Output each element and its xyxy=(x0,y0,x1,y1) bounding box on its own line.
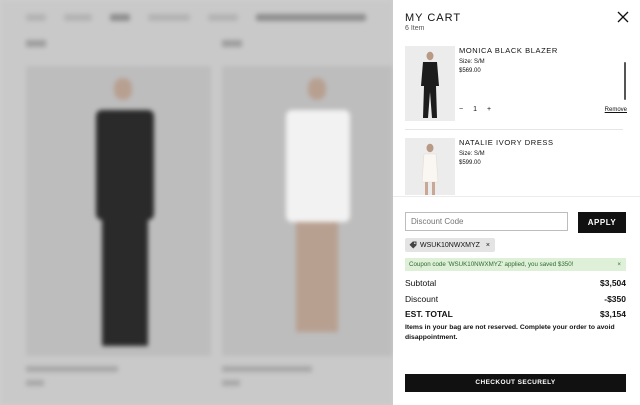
decrease-quantity-button[interactable]: − xyxy=(459,106,463,113)
cart-items-list[interactable]: MONICA BLACK BLAZER Size: S/M $569.00 − … xyxy=(405,40,627,195)
background-product-card xyxy=(222,66,393,356)
quantity-stepper: − 1 + xyxy=(459,106,491,113)
cart-item-count: 6 Item xyxy=(405,25,425,32)
remove-coupon-button[interactable]: × xyxy=(486,242,490,249)
applied-coupon-chip: WSUK10NWXMYZ × xyxy=(405,238,495,252)
cart-title: MY CART xyxy=(405,12,462,24)
coupon-success-message: Coupon code 'WSUK10NWXMYZ' applied, you … xyxy=(405,258,626,271)
background-store-page xyxy=(0,0,393,405)
divider xyxy=(405,129,623,130)
increase-quantity-button[interactable]: + xyxy=(487,106,491,113)
discount-row: Discount -$350 xyxy=(405,294,626,304)
total-label: EST. TOTAL xyxy=(405,309,453,319)
quantity-value: 1 xyxy=(473,106,477,113)
product-image[interactable] xyxy=(405,46,455,121)
subtotal-label: Subtotal xyxy=(405,278,437,288)
product-size: Size: S/M xyxy=(459,59,485,65)
apply-discount-button[interactable]: APPLY xyxy=(578,212,626,233)
checkout-button[interactable]: CHECKOUT SECURELY xyxy=(405,374,626,392)
discount-label: Discount xyxy=(405,294,439,304)
tag-icon xyxy=(409,241,417,249)
close-cart-button[interactable] xyxy=(616,10,630,24)
product-image[interactable] xyxy=(405,138,455,195)
total-row: EST. TOTAL $3,154 xyxy=(405,309,626,319)
cart-item: MONICA BLACK BLAZER Size: S/M $569.00 − … xyxy=(405,40,627,132)
cart-scrollbar[interactable] xyxy=(624,62,626,100)
discount-value: -$350 xyxy=(604,294,626,304)
close-icon xyxy=(617,11,629,23)
product-price: $569.00 xyxy=(459,68,481,74)
background-nav xyxy=(26,14,366,22)
product-name[interactable]: MONICA BLACK BLAZER xyxy=(459,46,558,55)
total-value: $3,154 xyxy=(600,309,626,319)
product-name[interactable]: NATALIE IVORY DRESS xyxy=(459,138,554,147)
cart-item: NATALIE IVORY DRESS Size: S/M $599.00 xyxy=(405,132,627,195)
coupon-message-text: Coupon code 'WSUK10NWXMYZ' applied, you … xyxy=(409,261,574,268)
dismiss-message-button[interactable]: × xyxy=(617,258,621,271)
background-label xyxy=(222,40,242,47)
divider xyxy=(393,196,640,197)
subtotal-row: Subtotal $3,504 xyxy=(405,278,626,288)
discount-code-input[interactable] xyxy=(405,212,568,231)
product-size: Size: S/M xyxy=(459,151,485,157)
subtotal-value: $3,504 xyxy=(600,278,626,288)
background-product-card xyxy=(26,66,211,356)
product-price: $599.00 xyxy=(459,160,481,166)
cart-drawer: MY CART 6 Item MONICA BLACK BLAZER Size:… xyxy=(393,0,640,405)
coupon-code: WSUK10NWXMYZ xyxy=(420,241,480,249)
reservation-notice: Items in your bag are not reserved. Comp… xyxy=(405,324,615,341)
background-label xyxy=(26,40,46,47)
remove-item-link[interactable]: Remove xyxy=(605,107,627,113)
